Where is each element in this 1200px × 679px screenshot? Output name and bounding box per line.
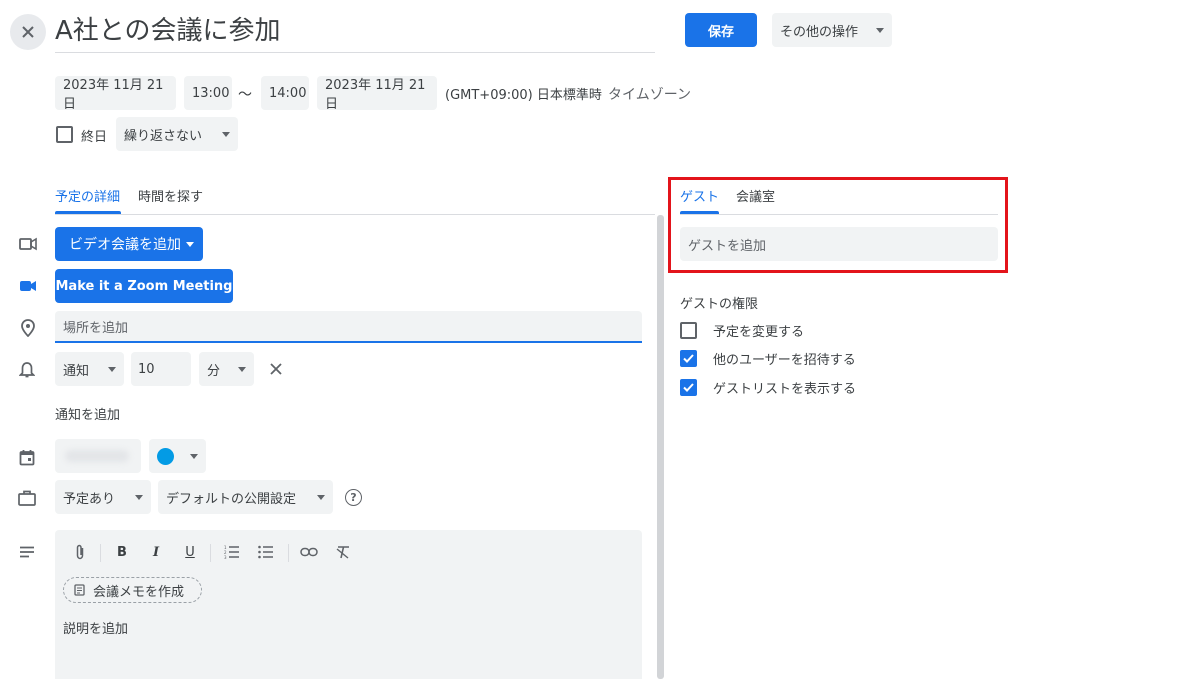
permission-invite-checkbox[interactable] xyxy=(680,350,697,367)
toolbar-divider xyxy=(288,544,289,562)
calendar-color-dropdown[interactable] xyxy=(149,439,206,473)
clear-formatting-icon[interactable] xyxy=(332,541,354,563)
permission-modify-label: 予定を変更する xyxy=(713,325,805,340)
close-icon xyxy=(22,26,34,38)
location-pin-icon xyxy=(16,316,40,340)
chevron-down-icon xyxy=(190,453,198,459)
chevron-down-icon xyxy=(876,27,884,33)
toolbar-divider xyxy=(100,544,101,562)
end-date-chip[interactable]: 2023年 11月 21日 xyxy=(317,76,437,112)
underline-icon[interactable]: U xyxy=(179,541,201,563)
check-icon xyxy=(683,354,694,363)
permission-see-list-checkbox[interactable] xyxy=(680,379,697,396)
bell-icon xyxy=(15,358,39,382)
tabs-divider xyxy=(55,214,655,215)
chevron-down-icon xyxy=(222,131,230,137)
timezone-link[interactable]: タイムゾーン xyxy=(608,84,691,104)
description-placeholder: 説明を追加 xyxy=(63,622,129,637)
zoom-meeting-button[interactable]: Make it a Zoom Meeting xyxy=(55,269,233,303)
chevron-down-icon xyxy=(238,366,246,372)
start-date-chip[interactable]: 2023年 11月 21日 xyxy=(55,76,176,112)
meeting-notes-chip[interactable]: 会議メモを作成 xyxy=(63,577,202,603)
add-notification-link[interactable]: 通知を追加 xyxy=(55,404,120,423)
time-separator: 〜 xyxy=(238,87,252,103)
visibility-dropdown[interactable]: デフォルトの公開設定 xyxy=(158,480,333,514)
close-icon xyxy=(270,363,282,375)
permission-modify-checkbox[interactable] xyxy=(680,322,697,339)
chevron-down-icon xyxy=(108,366,116,372)
video-icon xyxy=(16,232,40,256)
end-time-chip[interactable]: 14:00 xyxy=(261,76,309,110)
more-actions-dropdown[interactable]: その他の操作 xyxy=(772,13,892,47)
toolbar-divider xyxy=(210,544,211,562)
calendar-icon xyxy=(15,445,39,469)
all-day-label: 終日 xyxy=(81,130,108,145)
add-video-conference-button[interactable]: ビデオ会議を追加 xyxy=(55,227,203,261)
scrollbar[interactable] xyxy=(657,215,664,679)
availability-dropdown[interactable]: 予定あり xyxy=(55,480,151,514)
check-icon xyxy=(683,383,694,392)
description-editor[interactable]: B I U 123 会議メモを作成 説明を追加 xyxy=(55,530,642,679)
italic-icon[interactable]: I xyxy=(145,541,167,563)
svg-text:3: 3 xyxy=(224,555,227,559)
tab-guests[interactable]: ゲスト xyxy=(680,186,719,205)
timezone-value: (GMT+09:00) 日本標準時 xyxy=(445,88,602,103)
notification-unit-dropdown[interactable]: 分 xyxy=(199,352,254,386)
bold-icon[interactable]: B xyxy=(111,541,133,563)
attachment-icon[interactable] xyxy=(69,541,91,563)
notification-type-dropdown[interactable]: 通知 xyxy=(55,352,124,386)
permission-see-list-label: ゲストリストを表示する xyxy=(713,382,857,397)
chevron-down-icon[interactable] xyxy=(186,241,194,247)
blurred-owner-name xyxy=(65,450,129,462)
bulleted-list-icon[interactable] xyxy=(255,541,277,563)
tab-event-details[interactable]: 予定の詳細 xyxy=(55,186,120,205)
remove-notification-button[interactable] xyxy=(266,359,286,379)
document-icon xyxy=(74,584,85,596)
all-day-checkbox[interactable] xyxy=(56,126,73,143)
event-title: A社との会議に参加 xyxy=(55,16,281,46)
zoom-icon xyxy=(16,274,40,298)
description-icon xyxy=(15,540,39,564)
save-button[interactable]: 保存 xyxy=(685,13,757,47)
numbered-list-icon[interactable]: 123 xyxy=(221,541,243,563)
location-input[interactable]: 場所を追加 xyxy=(55,311,642,343)
start-time-chip[interactable]: 13:00 xyxy=(184,76,232,110)
tab-rooms[interactable]: 会議室 xyxy=(736,186,775,205)
event-title-field[interactable]: A社との会議に参加 xyxy=(55,12,655,53)
help-icon[interactable]: ? xyxy=(345,489,362,506)
guest-permissions-title: ゲストの権限 xyxy=(680,297,759,312)
color-dot xyxy=(157,447,174,465)
guest-tabs-divider xyxy=(680,214,998,215)
chevron-down-icon xyxy=(317,494,325,500)
chevron-down-icon xyxy=(135,494,143,500)
repeat-dropdown[interactable]: 繰り返さない xyxy=(116,117,238,151)
close-button[interactable] xyxy=(10,14,46,50)
link-icon[interactable] xyxy=(298,541,320,563)
tab-find-time[interactable]: 時間を探す xyxy=(138,186,203,205)
permission-invite-label: 他のユーザーを招待する xyxy=(713,353,856,368)
notification-amount-input[interactable]: 10 xyxy=(131,352,191,386)
calendar-owner-chip[interactable] xyxy=(55,439,141,473)
briefcase-icon xyxy=(15,486,39,510)
add-guest-input[interactable]: ゲストを追加 xyxy=(680,227,998,261)
